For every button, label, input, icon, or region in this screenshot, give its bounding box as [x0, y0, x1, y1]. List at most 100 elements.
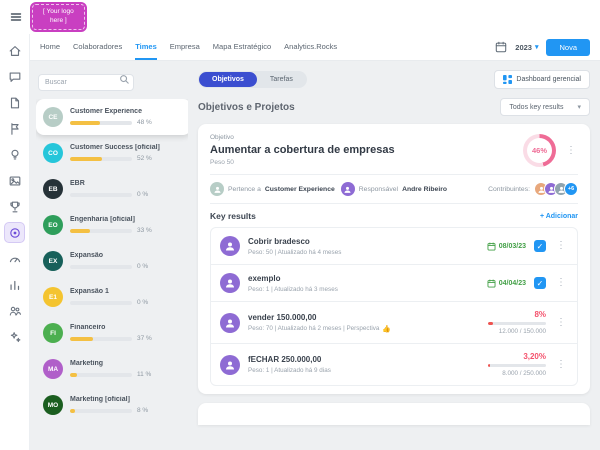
objective-title[interactable]: Aumentar a cobertura de empresas: [210, 144, 395, 156]
magic-sparkles-icon[interactable]: [4, 326, 25, 347]
team-progress-percent: 37 %: [137, 335, 152, 342]
nav-analytics-rocks[interactable]: Analytics.Rocks: [284, 34, 337, 60]
kebab-menu-icon[interactable]: ⋮: [564, 144, 578, 158]
tab-objetivos[interactable]: Objetivos: [199, 72, 257, 87]
nav-empresa[interactable]: Empresa: [170, 34, 200, 60]
belongs-value: Customer Experience: [264, 185, 335, 193]
owner-value: Andre Ribeiro: [402, 185, 448, 193]
team-item-marketing-oficial[interactable]: MO Marketing [oficial] 8 %: [36, 387, 188, 423]
icon-sidebar: [0, 34, 30, 450]
idea-icon[interactable]: [4, 144, 25, 165]
app-window: [ Your logo here ] Home Colaboradores Ti…: [0, 0, 600, 450]
year-selector[interactable]: 2023 ▾: [515, 43, 538, 52]
team-avatar: CO: [43, 143, 63, 163]
nav-mapa-estrategico[interactable]: Mapa Estratégico: [213, 34, 271, 60]
year-value: 2023: [515, 42, 532, 52]
next-objective-card-partial[interactable]: [198, 403, 590, 425]
key-result-percent: 3,20%: [523, 352, 546, 361]
dashboard-button-label: Dashboard gerencial: [516, 76, 581, 83]
gauge-icon[interactable]: [4, 248, 25, 269]
owner-group[interactable]: Responsável Andre Ribeiro: [340, 182, 448, 196]
key-result-row[interactable]: exemplo Peso: 1 | Atualizado há 3 meses …: [211, 265, 577, 302]
add-key-result-link[interactable]: + Adicionar: [540, 213, 578, 220]
dashboard-gerencial-button[interactable]: Dashboard gerencial: [494, 70, 590, 89]
report-chart-icon[interactable]: [4, 274, 25, 295]
kebab-menu-icon[interactable]: ⋮: [554, 316, 568, 330]
divider: [210, 203, 578, 204]
owner-avatar: [340, 182, 355, 196]
team-name: Engenharia [oficial]: [70, 216, 135, 223]
company-logo[interactable]: [ Your logo here ]: [30, 2, 87, 32]
contributors-more-badge[interactable]: +6: [564, 182, 578, 196]
key-result-row[interactable]: fECHAR 250.000,00 Peso: 1 | Atualizado h…: [211, 344, 577, 385]
team-item-expansao-1[interactable]: E1 Expansão 1 0 %: [36, 279, 188, 315]
key-result-row[interactable]: Cobrir bradesco Peso: 50 | Atualizado há…: [211, 228, 577, 265]
objective-progress-value: 46%: [531, 146, 547, 155]
user-avatar: [220, 354, 240, 375]
team-item-ebr[interactable]: EB EBR 0 %: [36, 171, 188, 207]
team-item-customer-experience[interactable]: CE Customer Experience 48 %: [36, 99, 188, 135]
team-progress-bar: [70, 336, 132, 341]
chevron-down-icon: ▾: [577, 104, 581, 111]
team-progress-bar: [70, 264, 132, 269]
key-result-meta: Peso: 1 | Atualizado há 3 meses: [248, 285, 338, 293]
people-icon[interactable]: [4, 300, 25, 321]
belongs-label: Pertence a: [228, 185, 261, 193]
document-icon[interactable]: [4, 92, 25, 113]
calendar-icon: [487, 279, 496, 287]
tab-tarefas[interactable]: Tarefas: [257, 72, 306, 87]
contributors-group: Contribuintes: +6: [488, 182, 578, 196]
key-result-meta: Peso: 70 | Atualizado há 2 meses | Persp…: [248, 325, 380, 332]
owner-label: Responsável: [358, 185, 399, 193]
nav-colaboradores[interactable]: Colaboradores: [73, 34, 122, 60]
main-panel: Objetivos Tarefas Dashboard gerencial Ob…: [198, 69, 590, 450]
thumbs-up-icon: 👍: [382, 325, 392, 333]
team-name: Marketing [oficial]: [70, 396, 130, 403]
belongs-to-group[interactable]: Pertence a Customer Experience: [210, 182, 335, 196]
page-title: Objetivos e Projetos: [198, 101, 295, 113]
key-result-row[interactable]: vender 150.000,00 Peso: 70 | Atualizado …: [211, 302, 577, 344]
key-result-percent: 8%: [534, 310, 546, 319]
team-progress-percent: 11 %: [137, 371, 152, 378]
objectives-icon[interactable]: [4, 222, 25, 243]
team-item-customer-success[interactable]: CO Customer Success [oficial] 52 %: [36, 135, 188, 171]
team-name: Customer Success [oficial]: [70, 144, 160, 151]
checkbox-checked[interactable]: ✓: [534, 240, 546, 252]
team-avatar: CE: [43, 107, 63, 127]
new-objective-button[interactable]: Nova: [546, 38, 590, 56]
team-name: Customer Experience: [70, 108, 142, 115]
team-avatar-small: [210, 182, 224, 196]
team-avatar: FI: [43, 323, 63, 343]
due-date: 04/04/23: [487, 279, 526, 288]
checkbox-checked[interactable]: ✓: [534, 277, 546, 289]
team-avatar: EO: [43, 215, 63, 235]
calendar-icon[interactable]: [495, 41, 507, 53]
divider: [210, 174, 578, 175]
team-item-financeiro[interactable]: FI Financeiro 37 %: [36, 315, 188, 351]
flag-icon[interactable]: [4, 118, 25, 139]
trophy-icon[interactable]: [4, 196, 25, 217]
team-progress-percent: 48 %: [137, 119, 152, 126]
team-progress-bar: [70, 156, 132, 161]
nav-home[interactable]: Home: [40, 34, 60, 60]
nav-times[interactable]: Times: [135, 34, 157, 60]
team-avatar: MO: [43, 395, 63, 415]
gallery-icon[interactable]: [4, 170, 25, 191]
objective-weight: Peso 50: [210, 159, 234, 166]
search-icon: [120, 75, 129, 84]
key-result-progress: 8% 12.000 / 150.000: [488, 310, 546, 335]
hamburger-menu-icon[interactable]: [8, 9, 24, 25]
kebab-menu-icon[interactable]: ⋮: [554, 358, 568, 372]
team-item-marketing[interactable]: MA Marketing 11 %: [36, 351, 188, 387]
team-item-engenharia[interactable]: EO Engenharia [oficial] 33 %: [36, 207, 188, 243]
kebab-menu-icon[interactable]: ⋮: [554, 239, 568, 253]
dashboard-icon: [503, 75, 513, 84]
user-avatar: [220, 236, 240, 256]
kebab-menu-icon[interactable]: ⋮: [554, 276, 568, 290]
home-icon[interactable]: [4, 40, 25, 61]
key-results-filter-select[interactable]: Todos key results ▾: [500, 98, 590, 116]
team-item-expansao[interactable]: EX Expansão 0 %: [36, 243, 188, 279]
chat-icon[interactable]: [4, 66, 25, 87]
key-result-fraction: 8.000 / 250.000: [502, 370, 546, 377]
team-name: Expansão: [70, 252, 104, 259]
